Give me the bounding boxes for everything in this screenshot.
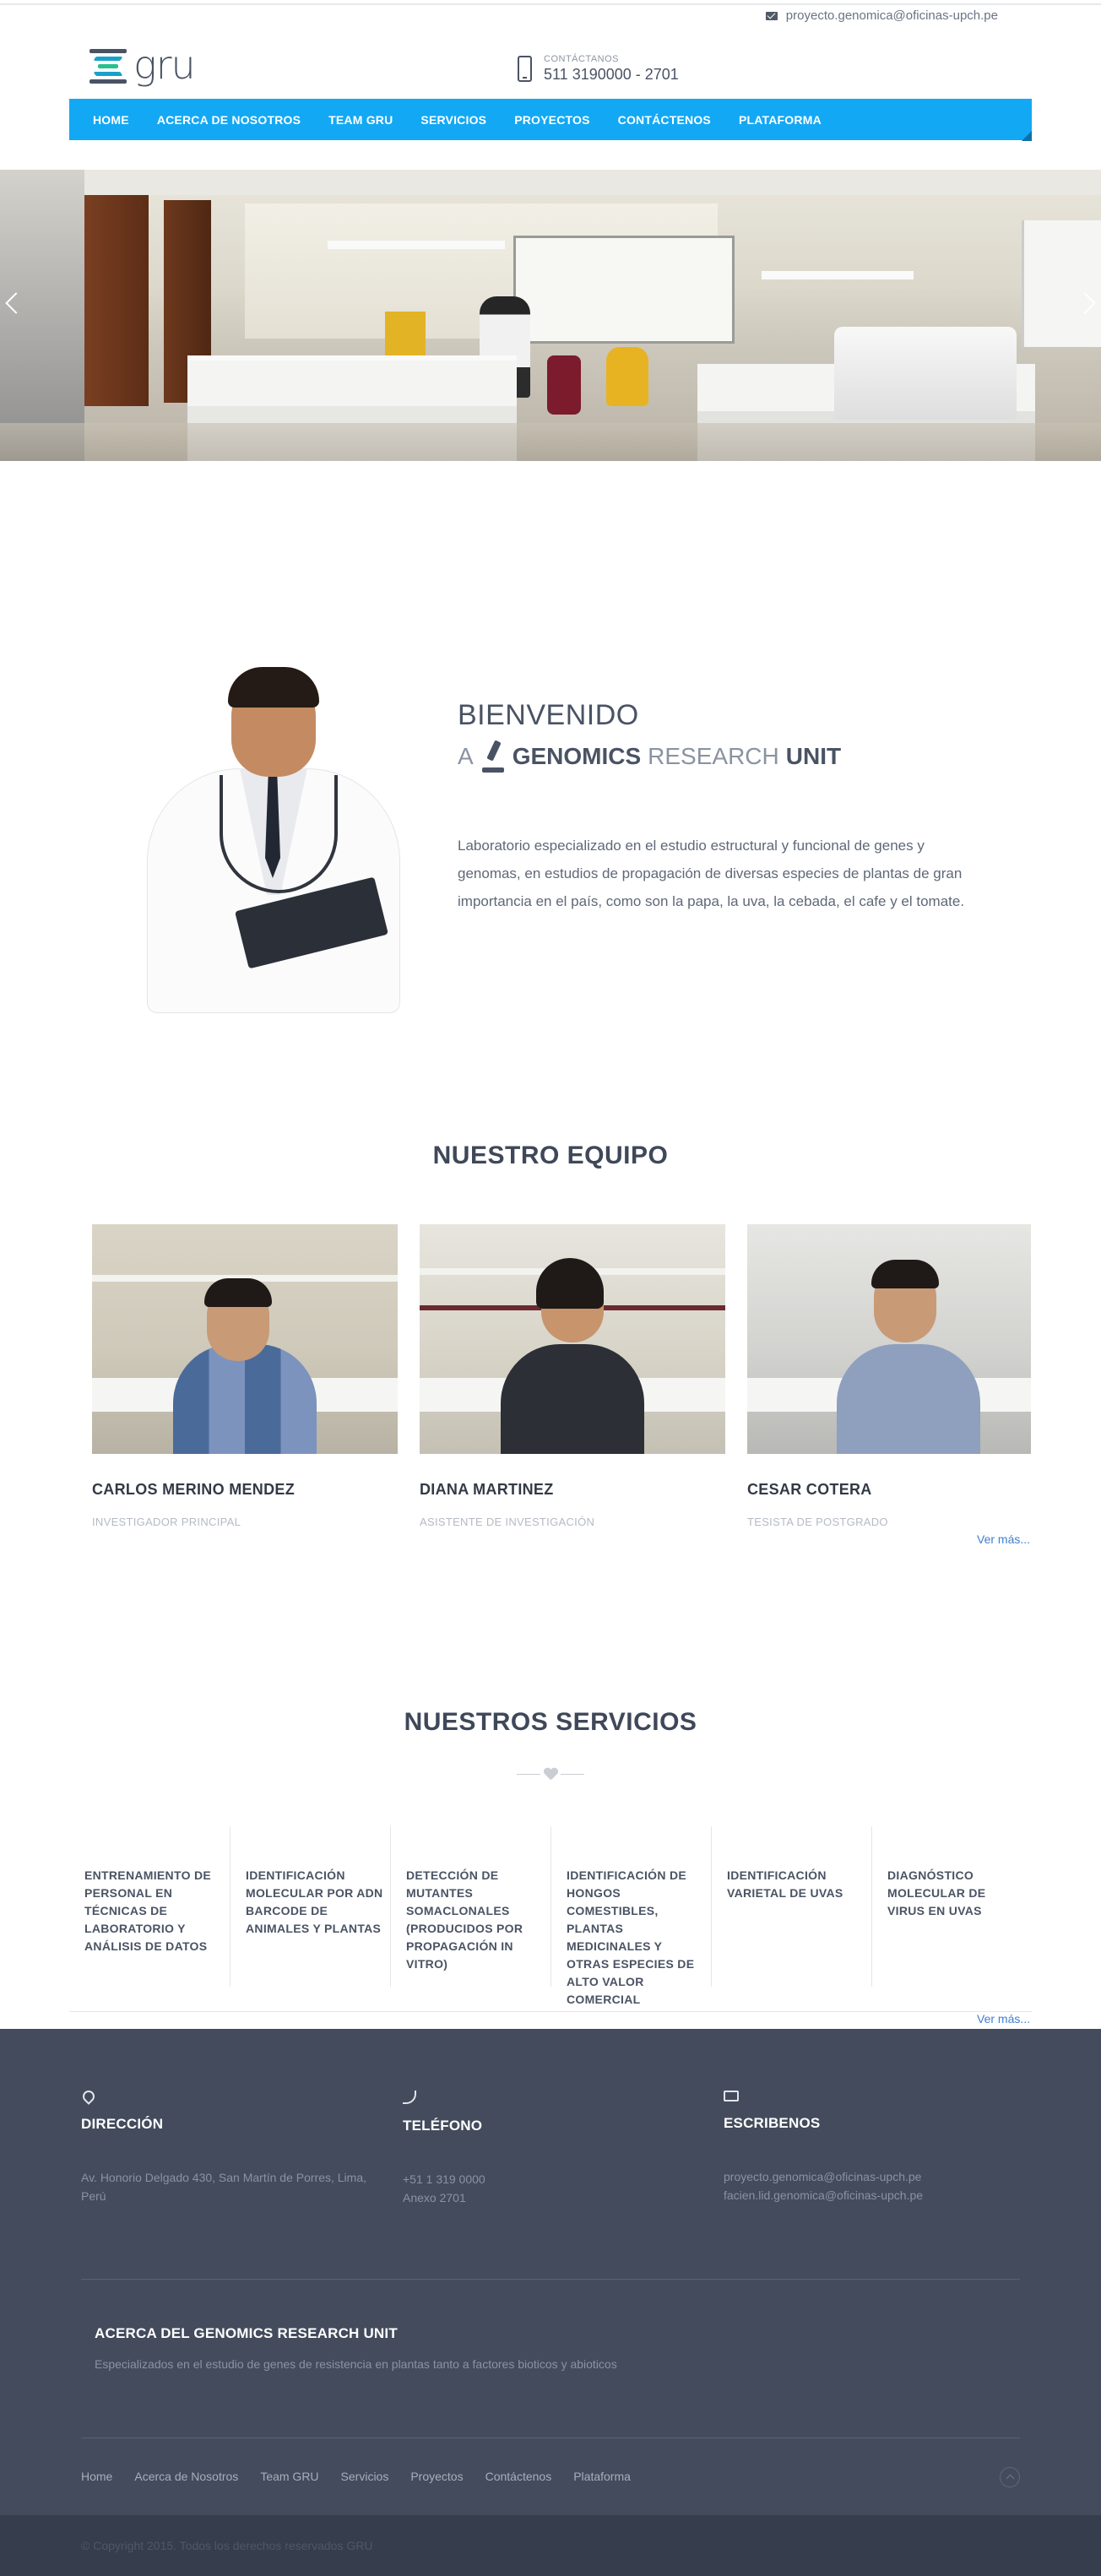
nav-contact[interactable]: CONTÁCTENOS: [618, 113, 711, 127]
team-see-more-link[interactable]: Ver más...: [977, 1532, 1030, 1546]
team-member-role: INVESTIGADOR PRINCIPAL: [92, 1516, 241, 1528]
welcome-description: Laboratorio especializado en el estudio …: [458, 838, 965, 909]
contact-phone[interactable]: 511 3190000 - 2701: [544, 66, 679, 84]
mobile-phone-icon: [518, 56, 532, 82]
team-member-photo: [747, 1224, 1031, 1454]
footer-link-team[interactable]: Team GRU: [260, 2470, 318, 2483]
welcome-sub-research: RESEARCH: [648, 743, 779, 769]
footer-link-contact[interactable]: Contáctenos: [485, 2470, 552, 2483]
contact-label: CONTÁCTANOS: [544, 54, 620, 64]
team-member-photo: [420, 1224, 725, 1454]
service-item[interactable]: DIAGNÓSTICO MOLECULAR DE VIRUS EN UVAS: [871, 1826, 1032, 1987]
welcome-sub-a: A: [458, 743, 474, 769]
top-email-text[interactable]: proyecto.genomica@oficinas-upch.pe: [786, 8, 998, 23]
footer-about: ACERCA DEL GENOMICS RESEARCH UNIT Especi…: [95, 2325, 669, 2373]
heart-divider: [517, 1766, 584, 1783]
services-section-title: NUESTROS SERVICIOS: [404, 1708, 697, 1736]
site-logo[interactable]: gru: [89, 42, 196, 88]
service-item[interactable]: ENTRENAMIENTO DE PERSONAL EN TÉCNICAS DE…: [69, 1826, 230, 1987]
main-navigation: HOME ACERCA DE NOSOTROS TEAM GRU SERVICI…: [69, 99, 1032, 141]
footer-address: DIRECCIÓN Av. Honorio Delgado 430, San M…: [80, 2088, 385, 2205]
footer-emails: proyecto.genomica@oficinas-upch.pe facie…: [724, 2167, 923, 2205]
dna-logo-icon: [89, 47, 128, 84]
footer-links: Home Acerca de Nosotros Team GRU Servici…: [81, 2470, 631, 2483]
footer-email-1[interactable]: proyecto.genomica@oficinas-upch.pe: [724, 2167, 923, 2186]
logo-text: gru: [133, 42, 196, 88]
service-item[interactable]: IDENTIFICACIÓN VARIETAL DE UVAS: [711, 1826, 871, 1987]
team-member-name: CARLOS MERINO MENDEZ: [92, 1481, 295, 1498]
footer-email-2[interactable]: facien.lid.genomica@oficinas-upch.pe: [724, 2186, 923, 2205]
back-to-top-icon[interactable]: [1000, 2467, 1020, 2487]
top-border: [0, 3, 1101, 5]
footer-link-home[interactable]: Home: [81, 2470, 112, 2483]
footer-link-about[interactable]: Acerca de Nosotros: [134, 2470, 238, 2483]
phone-icon: [403, 2091, 416, 2104]
service-item[interactable]: DETECCIÓN DE MUTANTES SOMACLONALES (PROD…: [390, 1826, 550, 1987]
welcome-sub-unit: UNIT: [785, 743, 842, 769]
nav-team[interactable]: TEAM GRU: [328, 113, 393, 127]
footer-link-projects[interactable]: Proyectos: [410, 2470, 463, 2483]
team-member-card[interactable]: CARLOS MERINO MENDEZ INVESTIGADOR PRINCI…: [92, 1224, 398, 1528]
footer-phone-text: +51 1 319 0000 Anexo 2701: [403, 2170, 485, 2207]
top-email[interactable]: proyecto.genomica@oficinas-upch.pe: [765, 8, 998, 23]
footer-about-text: Especializados en el estudio de genes de…: [95, 2357, 617, 2371]
services-divider: [69, 2011, 1032, 2012]
location-pin-icon: [80, 2088, 97, 2105]
footer-phone-line1[interactable]: +51 1 319 0000: [403, 2170, 485, 2188]
welcome-subtitle: A GENOMICS RESEARCH UNIT: [458, 740, 841, 773]
footer-link-platform[interactable]: Plataforma: [573, 2470, 631, 2483]
footer-write-title: ESCRIBENOS: [724, 2115, 821, 2131]
footer-about-title: ACERCA DEL GENOMICS RESEARCH UNIT: [95, 2325, 398, 2341]
nav-projects[interactable]: PROYECTOS: [514, 113, 589, 127]
hero-slider-image: [0, 170, 1101, 461]
services-see-more-link[interactable]: Ver más...: [977, 2012, 1030, 2026]
footer-link-services[interactable]: Servicios: [341, 2470, 389, 2483]
welcome-title: BIENVENIDO: [458, 699, 639, 731]
service-item[interactable]: IDENTIFICACIÓN MOLECULAR POR ADN BARCODE…: [230, 1826, 390, 1987]
copyright-text: © Copyright 2015. Todos los derechos res…: [81, 2539, 373, 2552]
service-item[interactable]: IDENTIFICACIÓN DE HONGOS COMESTIBLES, PL…: [550, 1826, 711, 2006]
footer-phone-line2: Anexo 2701: [403, 2191, 466, 2205]
team-member-photo: [92, 1224, 398, 1454]
footer-divider: [81, 2279, 1020, 2280]
nav-about[interactable]: ACERCA DE NOSOTROS: [157, 113, 301, 127]
footer-address-text: Av. Honorio Delgado 430, San Martín de P…: [81, 2171, 366, 2203]
team-member-card[interactable]: DIANA MARTINEZ ASISTENTE DE INVESTIGACIÓ…: [420, 1224, 725, 1528]
team-member-name: CESAR COTERA: [747, 1481, 872, 1498]
heart-icon: [544, 1768, 557, 1780]
microscope-icon: [480, 740, 506, 773]
doctor-image: [138, 667, 409, 1013]
footer-address-title: DIRECCIÓN: [81, 2116, 164, 2132]
envelope-icon: [765, 11, 778, 20]
nav-services[interactable]: SERVICIOS: [420, 113, 486, 127]
team-section-title: NUESTRO EQUIPO: [432, 1142, 669, 1169]
footer-phone: TELÉFONO +51 1 319 0000 Anexo 2701: [403, 2091, 485, 2207]
team-member-role: ASISTENTE DE INVESTIGACIÓN: [420, 1516, 595, 1528]
nav-platform[interactable]: PLATAFORMA: [739, 113, 822, 127]
welcome-sub-genomics: GENOMICS: [512, 743, 642, 769]
welcome-heading: BIENVENIDO A GENOMICS RESEARCH UNIT: [458, 699, 841, 773]
footer-phone-title: TELÉFONO: [403, 2118, 483, 2134]
team-member-name: DIANA MARTINEZ: [420, 1481, 554, 1498]
team-member-card[interactable]: CESAR COTERA TESISTA DE POSTGRADO: [747, 1224, 1031, 1528]
footer-write: ESCRIBENOS proyecto.genomica@oficinas-up…: [724, 2091, 923, 2205]
header-contact: CONTÁCTANOS 511 3190000 - 2701: [518, 54, 679, 84]
mail-icon: [724, 2091, 739, 2101]
team-member-role: TESISTA DE POSTGRADO: [747, 1516, 888, 1528]
nav-home[interactable]: HOME: [93, 113, 129, 127]
